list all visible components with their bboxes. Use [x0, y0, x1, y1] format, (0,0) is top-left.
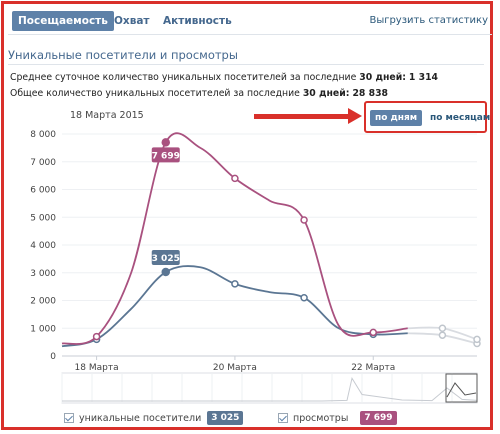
views-point: [161, 138, 170, 147]
visitors-legend-label: уникальные посетители: [79, 412, 202, 424]
visitors-line: [61, 265, 408, 348]
visitors-checkbox[interactable]: [64, 413, 74, 423]
x-tick-label: 18 Марта: [75, 363, 119, 373]
y-tick-label: 6 000: [30, 186, 56, 196]
x-tick-label: 22 Марта: [351, 363, 395, 373]
y-tick-label: 4 000: [30, 241, 56, 251]
views-checkbox[interactable]: [278, 413, 288, 423]
y-tick-label: 1 000: [30, 324, 56, 334]
y-tick-label: 3 000: [30, 269, 56, 279]
visitors-legend-value: 3 025: [207, 411, 244, 425]
views-point: [473, 335, 481, 344]
views-legend-label: просмотры: [293, 412, 349, 424]
views-point: [438, 324, 447, 332]
visitors-point: [438, 331, 447, 339]
y-tick-label: 7 000: [30, 158, 56, 168]
visitors-value-label: 3 025: [152, 254, 180, 264]
y-tick-label: 8 000: [30, 130, 56, 140]
visitors-point: [161, 267, 170, 277]
views-point: [231, 174, 239, 183]
navigator-frame: [61, 372, 478, 404]
visitors-point: [231, 280, 239, 288]
visitors-chart: 0 1 000 2 000 3 000 4 000 5 000 6 000 7 000 8 00…: [30, 130, 481, 404]
y-tick-label: 2 000: [30, 297, 56, 307]
y-tick-label: 0: [50, 352, 56, 362]
views-point: [92, 332, 101, 341]
views-point: [369, 328, 377, 337]
views-line: [61, 132, 408, 345]
x-tick-label: 20 Марта: [213, 363, 257, 373]
views-legend-value: 7 699: [360, 411, 397, 425]
legend-visitors[interactable]: уникальные посетители 3 025: [64, 411, 244, 425]
visitors-point: [300, 293, 308, 302]
views-value-label: 7 699: [152, 151, 180, 161]
y-tick-label: 5 000: [30, 213, 56, 223]
legend-views[interactable]: просмотры 7 699: [278, 411, 397, 425]
views-point: [300, 216, 308, 224]
